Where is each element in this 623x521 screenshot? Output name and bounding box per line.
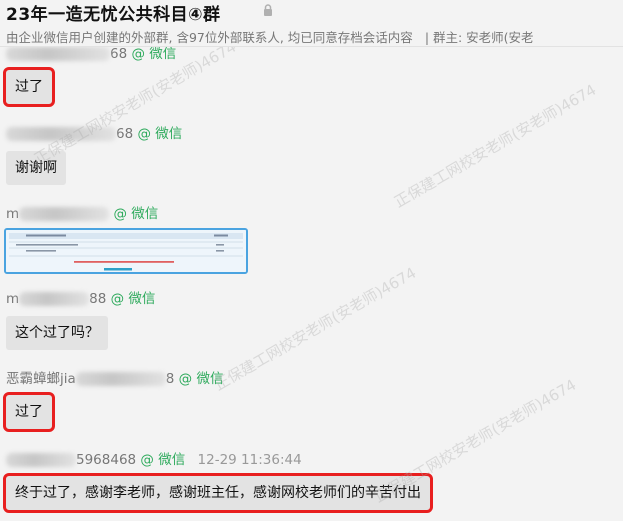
group-subtitle: 由企业微信用户创建的外部群, 含97位外部联系人, 均已同意存档会话内容 | 群主… (6, 27, 534, 46)
message-time: 12-29 11:36:44 (197, 452, 302, 468)
blurred-name (75, 372, 166, 386)
blurred-name (6, 47, 110, 61)
group-owner: | 群主: 安老师(安老 (424, 30, 534, 45)
message-bubble[interactable]: 这个过了吗？ (6, 316, 108, 350)
blurred-name (6, 453, 76, 467)
blurred-name (19, 207, 110, 221)
chat-header: 23年一造无忧公共科目④群 由企业微信用户创建的外部群, 含97位外部联系人, … (0, 0, 623, 47)
watermark: 正保建工网校安老师(安老师)4674 (391, 80, 600, 212)
image-message[interactable] (4, 228, 248, 274)
message-bubble[interactable]: 谢谢啊 (6, 151, 66, 185)
wechat-tag: @ 微信 (131, 46, 177, 62)
wechat-tag: @ 微信 (113, 206, 159, 222)
wechat-tag: @ 微信 (178, 371, 224, 387)
message-sender[interactable]: 68 @ 微信 (6, 45, 176, 63)
message-sender[interactable]: 恶霸蟑螂jia 8 @ 微信 (6, 370, 223, 388)
group-title: 23年一造无忧公共科目④群 (6, 5, 221, 25)
message-sender[interactable]: 5968468 @ 微信 12-29 11:36:44 (6, 451, 302, 469)
screenshot-thumbnail (6, 230, 246, 272)
message-sender[interactable]: 68 @ 微信 (6, 125, 182, 143)
watermark: 正保建工网校安老师(安老师)4674 (211, 263, 420, 395)
message-bubble[interactable]: 终于过了，感谢李老师，感谢班主任，感谢网校老师们的辛苦付出 (3, 473, 433, 513)
wechat-tag: @ 微信 (140, 452, 186, 468)
message-sender[interactable]: m @ 微信 (6, 205, 158, 223)
blurred-name (19, 292, 90, 306)
blurred-name (6, 127, 116, 141)
message-bubble[interactable]: 过了 (3, 67, 55, 107)
wechat-tag: @ 微信 (110, 291, 156, 307)
lock-icon (262, 2, 274, 21)
message-bubble[interactable]: 过了 (3, 392, 55, 432)
group-description: 由企业微信用户创建的外部群, 含97位外部联系人, 均已同意存档会话内容 (6, 30, 413, 45)
wechat-tag: @ 微信 (137, 126, 183, 142)
message-sender[interactable]: m 88 @ 微信 (6, 290, 155, 308)
